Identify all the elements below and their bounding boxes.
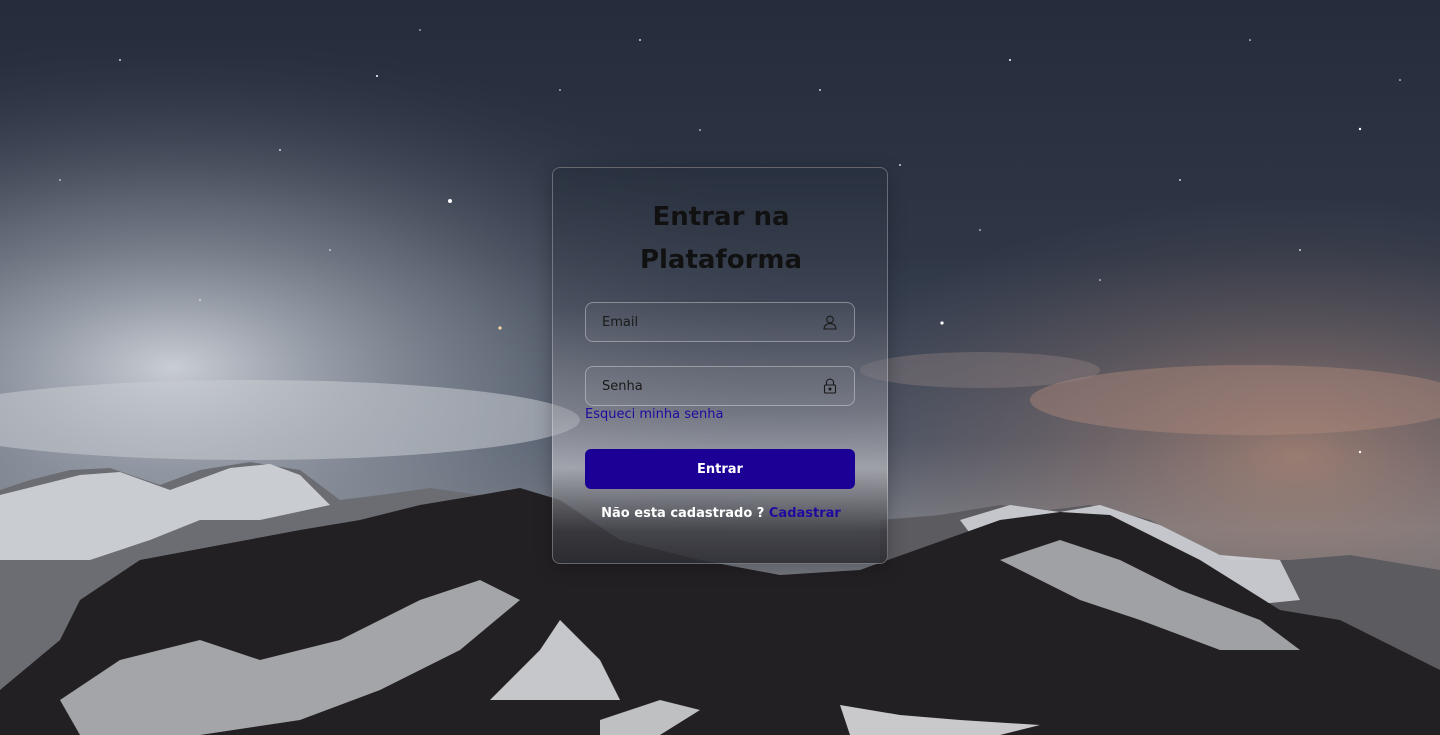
email-input[interactable] [602, 314, 822, 330]
lock-icon [822, 378, 838, 394]
password-input[interactable] [602, 378, 822, 394]
forgot-password-link[interactable]: Esqueci minha senha [585, 407, 723, 422]
register-link[interactable]: Cadastrar [769, 506, 841, 521]
login-submit-button[interactable]: Entrar [585, 449, 855, 489]
login-card: Entrar na Plataforma Esqueci minha senha… [552, 167, 888, 564]
user-icon [822, 314, 838, 330]
page-title: Entrar na Plataforma [639, 202, 803, 275]
register-prompt-text: Não esta cadastrado ? [601, 506, 765, 521]
email-field-wrapper[interactable] [585, 302, 855, 342]
password-field-wrapper[interactable] [585, 366, 855, 406]
register-prompt-line: Não esta cadastrado ? Cadastrar [553, 506, 889, 521]
